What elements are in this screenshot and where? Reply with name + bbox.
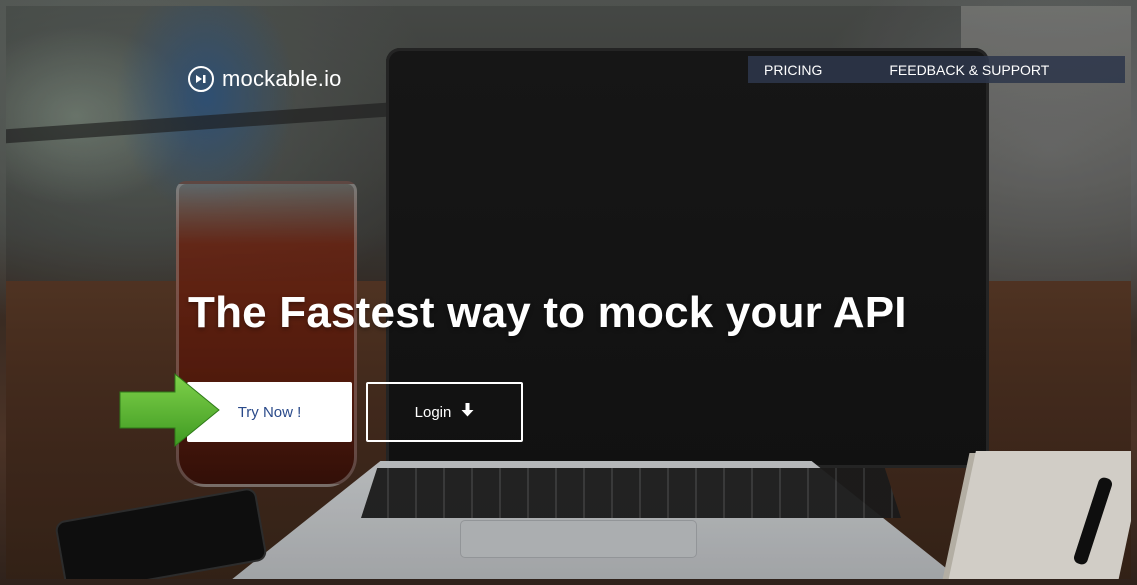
hero-headline: The Fastest way to mock your API	[188, 288, 907, 337]
annotation-arrow-icon	[119, 372, 220, 448]
page: mockable.io PRICING FEEDBACK & SUPPORT T…	[0, 0, 1137, 585]
arrow-down-icon	[461, 402, 474, 422]
top-nav: PRICING FEEDBACK & SUPPORT	[748, 56, 1125, 83]
login-button[interactable]: Login	[366, 382, 523, 442]
nav-pricing-link[interactable]: PRICING	[764, 62, 822, 78]
play-circle-icon	[188, 66, 214, 92]
try-now-label: Try Now !	[237, 403, 302, 421]
brand-name: mockable.io	[222, 66, 342, 91]
brand-logo[interactable]: mockable.io	[188, 66, 342, 92]
nav-feedback-link[interactable]: FEEDBACK & SUPPORT	[889, 62, 1049, 78]
login-label: Login	[414, 403, 452, 421]
